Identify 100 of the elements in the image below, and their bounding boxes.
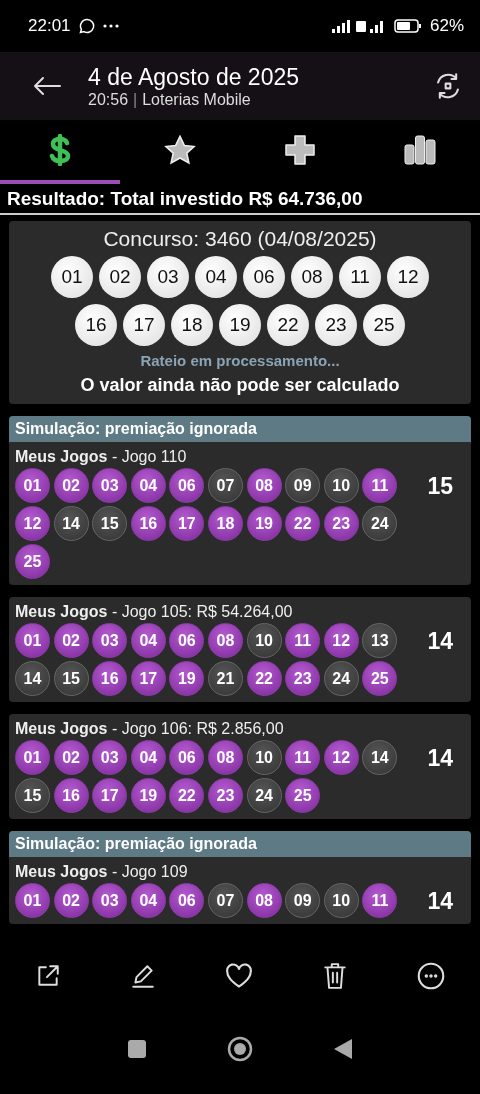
game-number: 01 — [15, 623, 50, 658]
trash-icon — [322, 962, 349, 990]
hit-count: 14 — [427, 628, 453, 656]
prize-note: O valor ainda não pode ser calculado — [80, 375, 400, 396]
game-number: 10 — [323, 883, 359, 918]
game-number: 12 — [323, 740, 359, 775]
game-number: 03 — [92, 883, 128, 918]
star-icon — [164, 135, 196, 165]
action-button[interactable] — [224, 963, 253, 989]
game-number: 09 — [285, 468, 321, 503]
page-title: 4 de Agosto de 2025 — [88, 63, 301, 91]
recents-button[interactable] — [127, 1039, 147, 1059]
game-number: 14 — [53, 506, 89, 541]
game-number: 23 — [323, 506, 359, 541]
drawn-number: 16 — [75, 304, 117, 346]
drawn-number: 01 — [51, 256, 93, 298]
game-number: 02 — [53, 468, 89, 503]
drawn-number: 17 — [123, 304, 165, 346]
game-number: 07 — [207, 883, 243, 918]
drawn-number: 04 — [195, 256, 237, 298]
game-number: 10 — [246, 623, 282, 658]
drawn-number: 08 — [291, 256, 333, 298]
game-number: 23 — [207, 778, 243, 813]
battery-level: 62% — [429, 16, 464, 36]
game-number: 19 — [169, 661, 205, 696]
pencil-icon — [129, 963, 156, 989]
action-button[interactable] — [417, 962, 446, 990]
game-number: 03 — [92, 623, 128, 658]
game-number: 21 — [207, 661, 243, 696]
game-number: 11 — [362, 883, 398, 918]
investment-summary: Resultado: Total investido R$ 64.736,00 — [0, 184, 480, 215]
game-number: 08 — [207, 740, 243, 775]
back-button[interactable] — [32, 76, 62, 96]
action-button[interactable] — [322, 962, 349, 990]
drawn-number: 23 — [315, 304, 357, 346]
hit-count: 14 — [427, 888, 453, 916]
heart-icon — [224, 963, 253, 989]
game-number: 13 — [362, 623, 398, 658]
game-number: 01 — [15, 468, 50, 503]
clock: 22:01 — [28, 16, 71, 36]
game-number: 25 — [362, 661, 398, 696]
back-nav-button[interactable] — [333, 1038, 353, 1060]
game-number: 02 — [53, 740, 89, 775]
drawn-number: 03 — [147, 256, 189, 298]
game-number: 02 — [53, 623, 89, 658]
game-number: 07 — [207, 468, 243, 503]
game-number: 06 — [169, 883, 205, 918]
update-time: 20:56 — [88, 90, 129, 109]
battery-icon — [393, 19, 422, 33]
game-title: Meus Jogos - Jogo 109 — [14, 862, 189, 882]
game-number: 24 — [362, 506, 398, 541]
separator: | — [133, 90, 138, 109]
game-number: 22 — [246, 661, 282, 696]
game-number: 24 — [323, 661, 359, 696]
game-number: 18 — [207, 506, 243, 541]
game-number: 11 — [285, 623, 321, 658]
game-number: 17 — [92, 778, 128, 813]
game-number: 01 — [15, 883, 50, 918]
game-number: 19 — [246, 506, 282, 541]
home-button[interactable] — [227, 1036, 253, 1062]
game-title: Meus Jogos - Jogo 106: R$ 2.856,00 — [14, 719, 285, 739]
game-number: 25 — [285, 778, 321, 813]
game-number: 04 — [130, 623, 166, 658]
simulation-banner: Simulação: premiação ignorada — [9, 416, 471, 442]
game-number: 15 — [92, 506, 128, 541]
drawn-number: 18 — [171, 304, 213, 346]
game-number: 04 — [130, 883, 166, 918]
game-number: 19 — [130, 778, 166, 813]
game-number: 17 — [169, 506, 205, 541]
game-number: 08 — [246, 468, 282, 503]
game-number: 01 — [15, 740, 50, 775]
game-number: 03 — [92, 740, 128, 775]
game-number: 03 — [92, 468, 128, 503]
game-number: 15 — [53, 661, 89, 696]
game-number: 16 — [53, 778, 89, 813]
hit-count: 15 — [427, 473, 453, 501]
action-button[interactable] — [129, 963, 156, 989]
game-number: 14 — [15, 661, 50, 696]
game-number: 15 — [15, 778, 50, 813]
game-number: 04 — [130, 740, 166, 775]
drawn-number: 25 — [363, 304, 405, 346]
whatsapp-icon — [78, 18, 95, 34]
game-title: Meus Jogos - Jogo 105: R$ 54.264,00 — [14, 602, 294, 622]
game-number: 06 — [169, 468, 205, 503]
draw-title: Concurso: 3460 (04/08/2025) — [103, 227, 377, 251]
game-number: 14 — [362, 740, 398, 775]
game-number: 06 — [169, 740, 205, 775]
game-number: 17 — [130, 661, 166, 696]
game-number: 12 — [15, 506, 50, 541]
game-number: 23 — [285, 661, 321, 696]
simulation-banner: Simulação: premiação ignorada — [9, 831, 471, 857]
drawn-number: 06 — [243, 256, 285, 298]
rotate-button[interactable] — [434, 72, 462, 100]
game-number: 06 — [169, 623, 205, 658]
game-number: 22 — [169, 778, 205, 813]
game-title: Meus Jogos - Jogo 110 — [14, 447, 188, 467]
game-number: 10 — [246, 740, 282, 775]
more-notifications-icon — [102, 24, 119, 28]
drawn-number: 22 — [267, 304, 309, 346]
game-number: 04 — [130, 468, 166, 503]
